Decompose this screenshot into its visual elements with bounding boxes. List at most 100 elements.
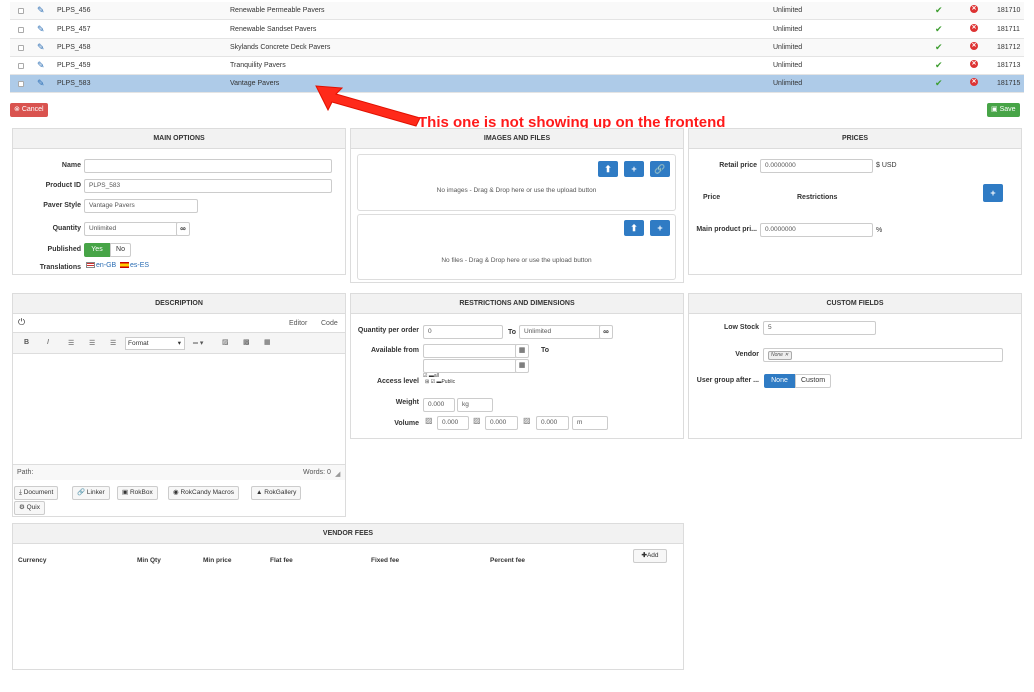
bold-icon[interactable]: B <box>24 339 29 346</box>
record-id-cell: 181713 <box>997 62 1021 69</box>
table-icon[interactable]: ▦ <box>264 338 271 346</box>
user-group-custom-button[interactable]: Custom <box>795 374 831 388</box>
name-field[interactable] <box>84 159 332 173</box>
available-to-field[interactable] <box>423 359 517 373</box>
published-no-button[interactable]: No <box>110 243 131 257</box>
tab-code[interactable]: Code <box>321 320 338 327</box>
files-dropzone[interactable]: ⬆ + No files - Drag & Drop here or use t… <box>357 214 676 280</box>
format-select[interactable]: Format ▾ <box>125 337 185 350</box>
main-product-price-field[interactable]: 0.0000000 <box>760 223 873 237</box>
low-stock-field[interactable]: 5 <box>763 321 876 335</box>
delete-icon[interactable]: ✕ <box>970 5 978 13</box>
translation-link-en[interactable]: en-GB <box>96 262 116 269</box>
published-check-icon[interactable]: ✔ <box>935 5 943 16</box>
access-tree[interactable]: ☑ ▬all ⊞ ☑ ▬Public <box>423 373 455 385</box>
images-dropzone[interactable]: ⬆ + 🔗 No images - Drag & Drop here or us… <box>357 154 676 211</box>
tab-editor[interactable]: Editor <box>289 320 307 327</box>
product-name-cell: Tranquility Pavers <box>230 62 286 69</box>
link-image-icon[interactable]: 🔗 <box>650 161 670 177</box>
vendor-tag[interactable]: None ✕ <box>768 351 792 360</box>
add-file-icon[interactable]: + <box>650 220 670 236</box>
horizontal-rule-icon[interactable]: ═ ▾ <box>193 339 203 347</box>
product-id-field[interactable]: PLPS_583 <box>84 179 332 193</box>
rokcandy-button[interactable]: ◉ RokCandy Macros <box>168 486 239 500</box>
edit-pencil-icon[interactable]: ✎ <box>37 24 45 35</box>
access-public-node[interactable]: ⊞ ☑ ▬Public <box>423 379 455 385</box>
custom-fields-panel: CUSTOM FIELDS Low Stock 5 Vendor None ✕ … <box>688 293 1022 439</box>
product-id-label: Product ID <box>45 182 81 189</box>
add-image-icon[interactable]: + <box>624 161 644 177</box>
document-button[interactable]: ⤓ Document <box>14 486 59 500</box>
volume-height-field[interactable]: 0.000 <box>536 416 569 430</box>
infinity-icon[interactable]: ∞ <box>176 222 190 236</box>
paver-style-label: Paver Style <box>43 202 81 209</box>
align-right-icon[interactable]: ☰ <box>110 339 116 347</box>
row-checkbox[interactable] <box>18 27 24 33</box>
currency-column-header: Currency <box>18 557 47 564</box>
row-checkbox[interactable] <box>18 45 24 51</box>
delete-icon[interactable]: ✕ <box>970 78 978 86</box>
published-check-icon[interactable]: ✔ <box>935 42 943 53</box>
volume-width-field[interactable]: 0.000 <box>485 416 518 430</box>
quantity-from-field[interactable]: 0 <box>423 325 503 339</box>
vendor-field[interactable]: None ✕ <box>763 348 1003 362</box>
prices-panel: PRICES Retail price 0.0000000 $ USD Pric… <box>688 128 1022 275</box>
save-button[interactable]: ▣ Save <box>987 103 1020 117</box>
table-row-selected[interactable]: ✎ PLPS_583 Vantage Pavers Unlimited ✔ ✕ … <box>10 75 1024 93</box>
published-check-icon[interactable]: ✔ <box>935 60 943 71</box>
user-group-none-button[interactable]: None <box>764 374 795 388</box>
edit-pencil-icon[interactable]: ✎ <box>37 60 45 71</box>
cancel-button[interactable]: ⊗ Cancel <box>10 103 48 117</box>
resize-handle-icon[interactable]: ◢ <box>335 470 340 478</box>
table-row[interactable]: ✎ PLPS_458 Skylands Concrete Deck Pavers… <box>10 39 1024 57</box>
row-checkbox[interactable] <box>18 81 24 87</box>
add-vendor-fee-button[interactable]: ✚Add <box>633 549 667 563</box>
percent-fee-column-header: Percent fee <box>490 557 526 564</box>
weight-unit-field[interactable]: kg <box>457 398 493 412</box>
quix-button[interactable]: ⚙ Quix <box>14 501 46 515</box>
product-name-cell: Vantage Pavers <box>230 80 280 87</box>
table-row[interactable]: ✎ PLPS_457 Renewable Sandset Pavers Unli… <box>10 21 1024 39</box>
rokbox-button[interactable]: ▣ RokBox <box>117 486 158 500</box>
upload-image-icon[interactable]: ⬆ <box>598 161 618 177</box>
edit-pencil-icon[interactable]: ✎ <box>37 5 45 16</box>
volume-unit-field[interactable]: m <box>572 416 608 430</box>
format-select-label: Format <box>128 340 149 347</box>
published-check-icon[interactable]: ✔ <box>935 78 943 89</box>
quantity-to-field[interactable]: Unlimited <box>519 325 601 339</box>
infinity-icon[interactable]: ∞ <box>599 325 613 339</box>
delete-icon[interactable]: ✕ <box>970 42 978 50</box>
row-checkbox[interactable] <box>18 8 24 14</box>
insert-image-icon[interactable]: ▨ <box>222 338 229 346</box>
paver-style-field[interactable]: Vantage Pavers <box>84 199 198 213</box>
calendar-icon[interactable]: ▦ <box>515 344 529 358</box>
calendar-icon[interactable]: ▦ <box>515 359 529 373</box>
align-left-icon[interactable]: ☰ <box>68 339 74 347</box>
table-row[interactable]: ✎ PLPS_456 Renewable Permeable Pavers Un… <box>10 2 1024 20</box>
quantity-field[interactable]: Unlimited <box>84 222 178 236</box>
delete-icon[interactable]: ✕ <box>970 24 978 32</box>
remove-tag-icon[interactable]: ✕ <box>784 352 788 358</box>
volume-length-field[interactable]: 0.000 <box>437 416 469 430</box>
edit-pencil-icon[interactable]: ✎ <box>37 78 45 89</box>
align-center-icon[interactable]: ☰ <box>89 339 95 347</box>
row-checkbox[interactable] <box>18 63 24 69</box>
rokgallery-button[interactable]: ▲ RokGallery <box>251 486 302 500</box>
weight-field[interactable]: 0.000 <box>423 398 455 412</box>
italic-icon[interactable]: I <box>47 339 49 346</box>
editor-content-area[interactable] <box>13 354 345 464</box>
available-from-field[interactable] <box>423 344 517 358</box>
published-yes-button[interactable]: Yes <box>84 243 110 257</box>
linker-button[interactable]: 🔗 Linker <box>72 486 110 500</box>
access-level-label: Access level <box>376 378 419 385</box>
add-price-button[interactable]: + <box>983 184 1003 202</box>
edit-pencil-icon[interactable]: ✎ <box>37 42 45 53</box>
insert-media-icon[interactable]: ▩ <box>243 338 250 346</box>
upload-file-icon[interactable]: ⬆ <box>624 220 644 236</box>
published-check-icon[interactable]: ✔ <box>935 24 943 35</box>
translation-link-es[interactable]: es-ES <box>130 262 149 269</box>
power-icon[interactable]: ⏻ <box>18 317 25 328</box>
table-row[interactable]: ✎ PLPS_459 Tranquility Pavers Unlimited … <box>10 57 1024 75</box>
delete-icon[interactable]: ✕ <box>970 60 978 68</box>
retail-price-field[interactable]: 0.0000000 <box>760 159 873 173</box>
